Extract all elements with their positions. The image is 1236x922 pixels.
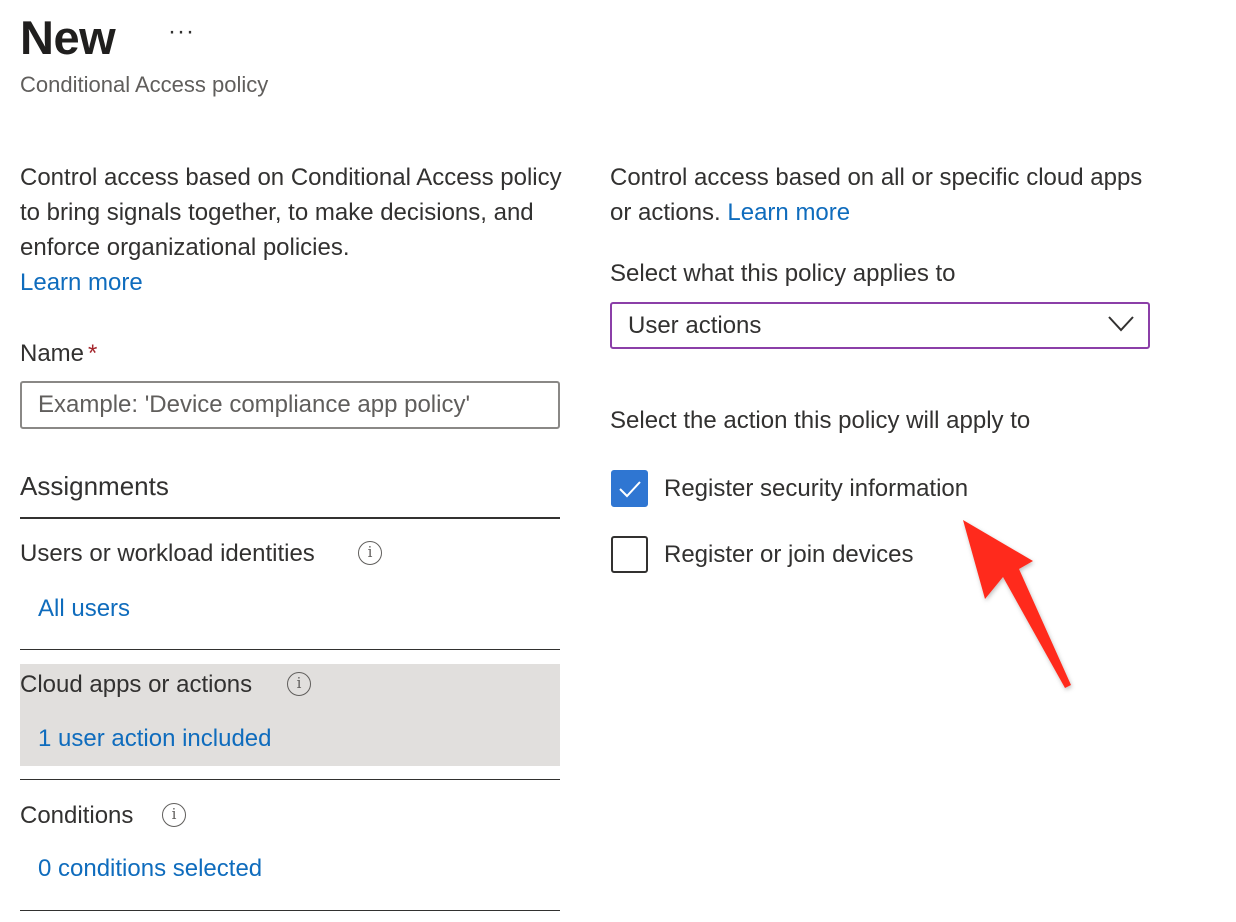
- learn-more-link[interactable]: Learn more: [727, 199, 850, 226]
- info-icon[interactable]: i: [358, 541, 382, 565]
- info-icon[interactable]: i: [162, 803, 186, 827]
- section-divider: [20, 910, 560, 911]
- applies-to-selected: User actions: [628, 312, 762, 339]
- action-label: Select the action this policy will apply…: [610, 407, 1031, 434]
- policy-description: Control access based on Conditional Acce…: [20, 160, 565, 300]
- policy-name-input[interactable]: [20, 381, 560, 429]
- name-label: Name *: [20, 340, 97, 368]
- register-join-devices-checkbox[interactable]: [611, 536, 648, 573]
- required-indicator: *: [88, 340, 98, 367]
- all-users-link[interactable]: All users: [38, 595, 130, 623]
- page-title: New: [20, 11, 116, 64]
- section-divider: [20, 649, 560, 650]
- applies-to-dropdown[interactable]: User actions: [610, 302, 1150, 349]
- register-security-info-checkbox[interactable]: [611, 470, 648, 507]
- register-security-info-label: Register security information: [664, 474, 969, 502]
- section-divider: [20, 779, 560, 780]
- register-join-devices-label: Register or join devices: [664, 540, 914, 568]
- section-conditions[interactable]: Conditions i 0 conditions selected: [20, 782, 560, 908]
- annotation-arrow-icon: [963, 520, 1071, 688]
- policy-description-text: Control access based on Conditional Acce…: [20, 164, 562, 261]
- checkmark-icon: [618, 480, 641, 497]
- assignments-heading: Assignments: [20, 471, 169, 501]
- register-join-devices-option[interactable]: Register or join devices: [611, 536, 913, 573]
- register-security-info-option[interactable]: Register security information: [611, 470, 968, 507]
- assignments-divider: [20, 517, 560, 519]
- conditions-selected-link[interactable]: 0 conditions selected: [38, 855, 262, 883]
- section-cloud-apps-label: Cloud apps or actions: [20, 671, 253, 698]
- chevron-down-icon: [1108, 316, 1134, 332]
- section-conditions-label: Conditions: [20, 802, 134, 829]
- page-subtitle: Conditional Access policy: [20, 72, 269, 97]
- more-options-button[interactable]: ···: [168, 18, 195, 46]
- learn-more-link[interactable]: Learn more: [20, 269, 143, 296]
- section-cloud-apps[interactable]: Cloud apps or actions i 1 user action in…: [20, 664, 560, 766]
- section-users[interactable]: Users or workload identities i All users: [20, 520, 560, 648]
- section-users-label: Users or workload identities: [20, 540, 315, 567]
- user-action-included-link[interactable]: 1 user action included: [38, 725, 271, 753]
- info-icon[interactable]: i: [287, 672, 311, 696]
- cloud-apps-description-text: Control access based on all or specific …: [610, 164, 1143, 226]
- applies-to-label: Select what this policy applies to: [610, 260, 956, 287]
- cloud-apps-description: Control access based on all or specific …: [610, 160, 1150, 230]
- name-label-text: Name: [20, 340, 85, 367]
